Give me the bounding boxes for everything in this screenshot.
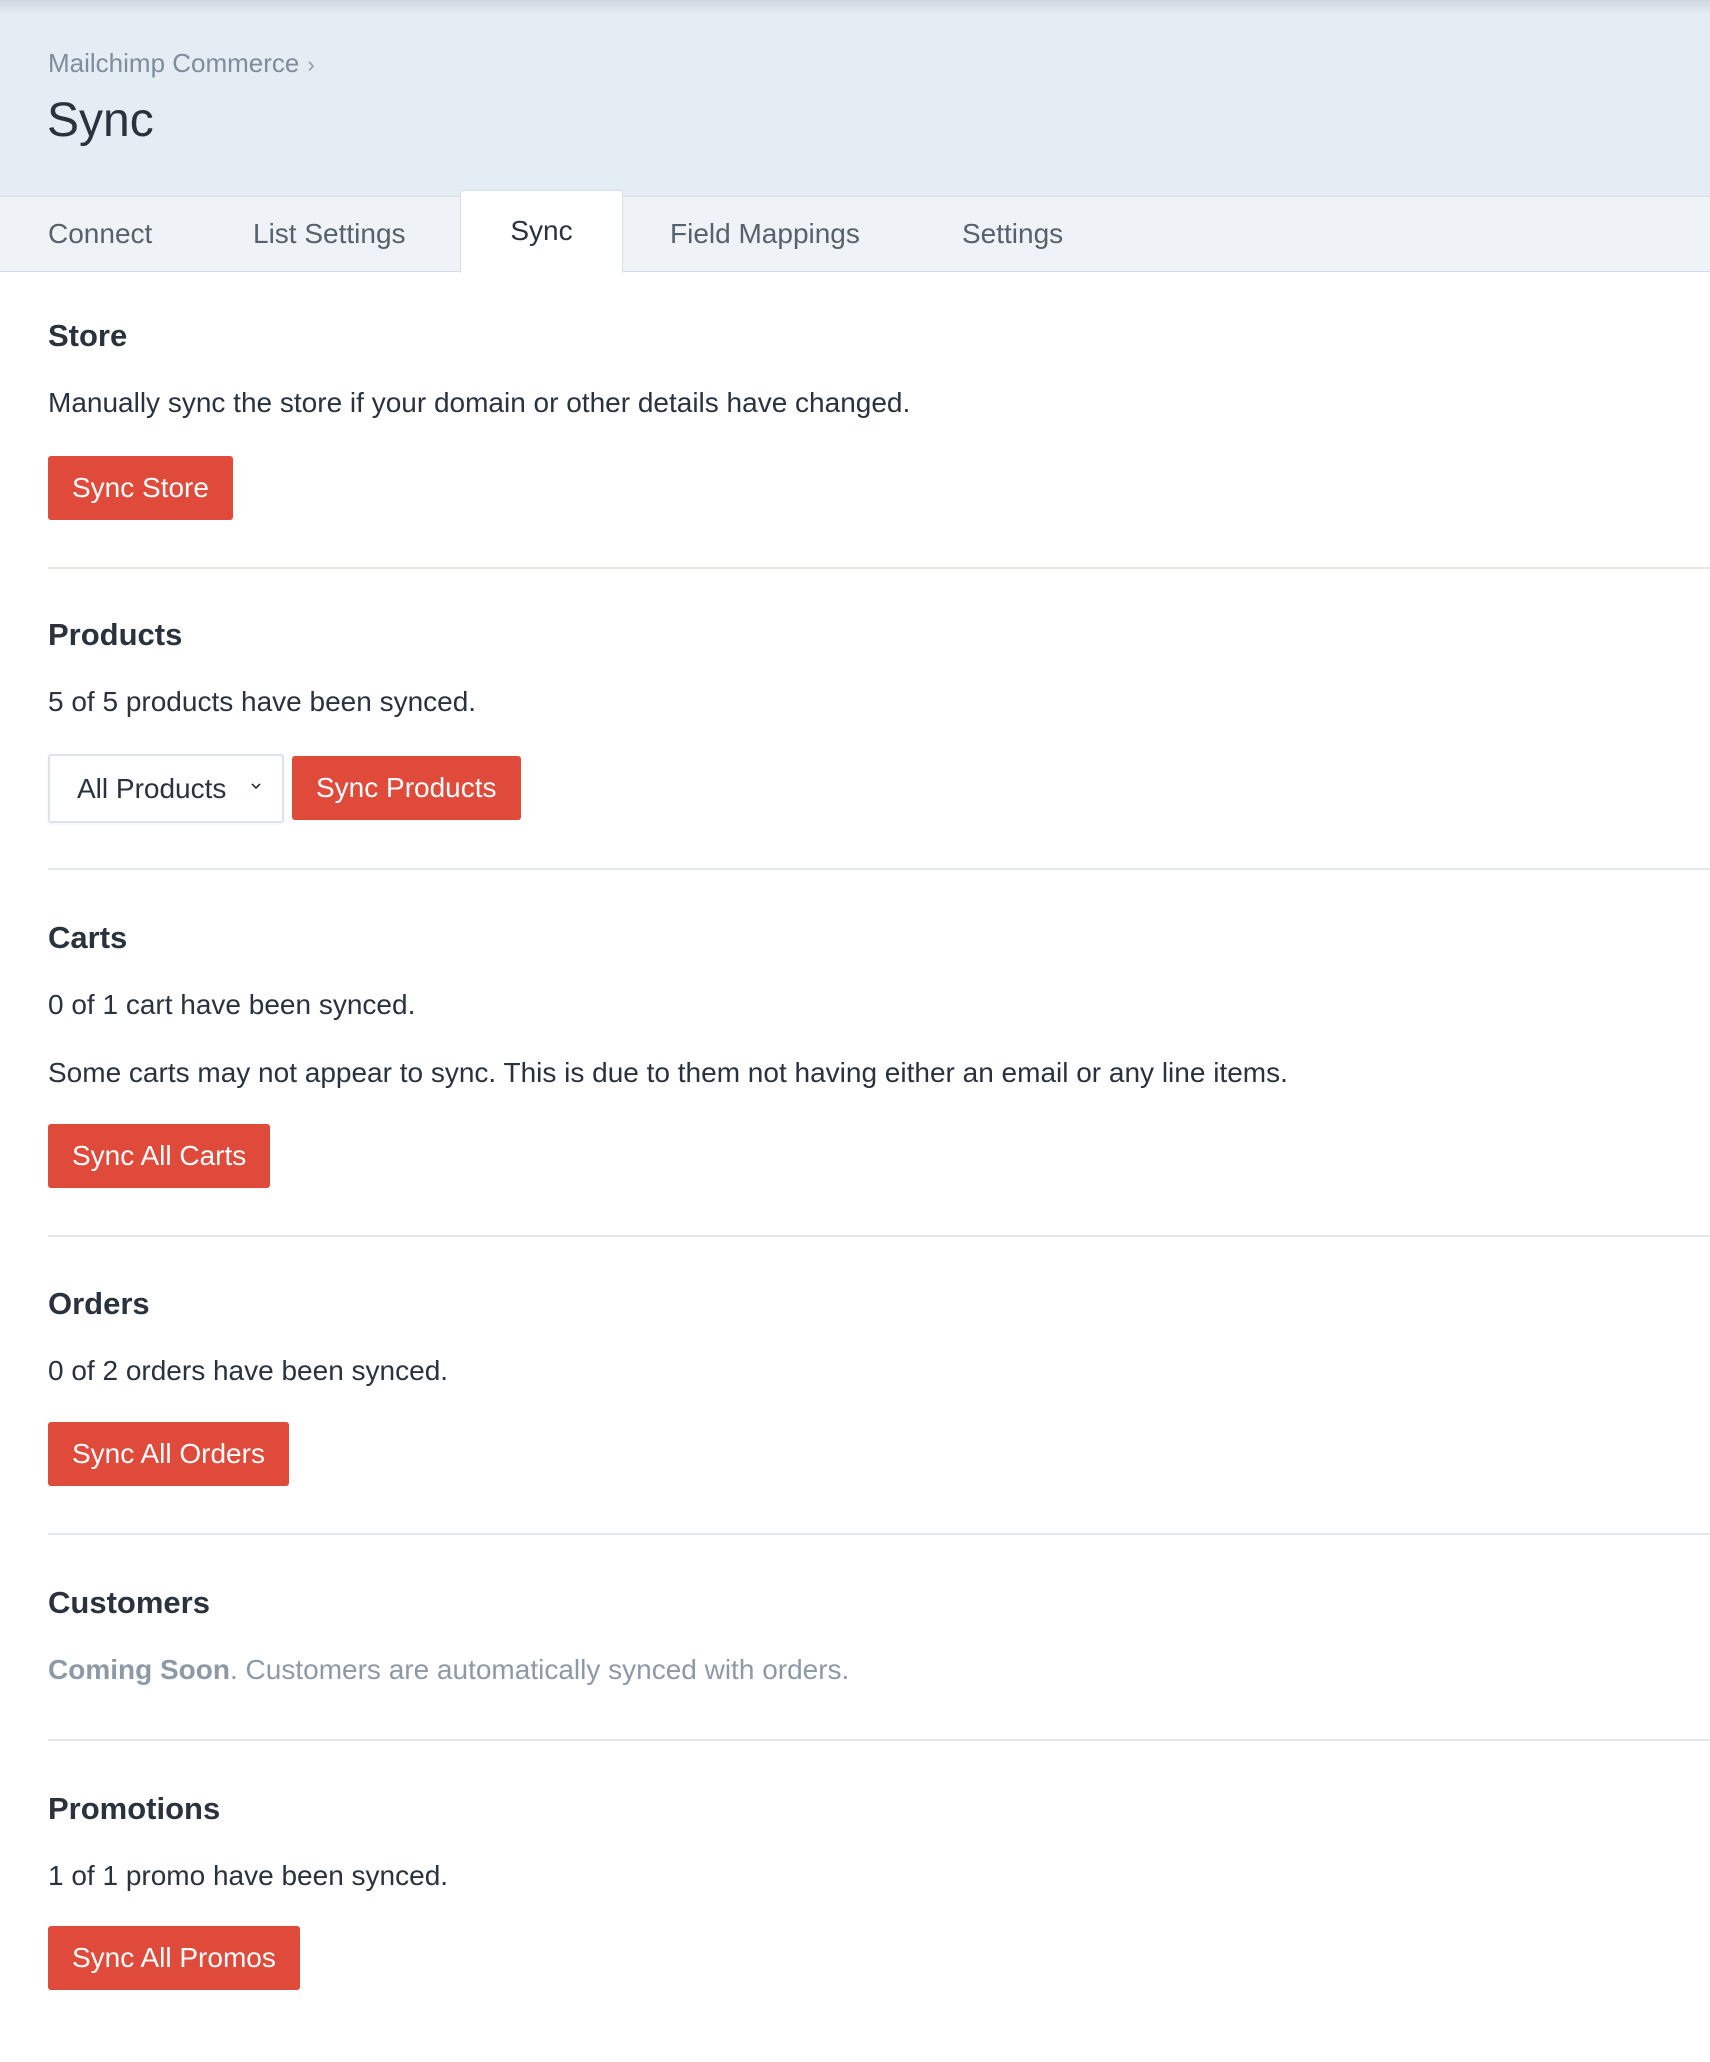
tab-connect[interactable]: Connect <box>48 197 152 272</box>
divider <box>48 1533 1710 1535</box>
carts-sync-note: Some carts may not appear to sync. This … <box>48 1057 1288 1088</box>
sync-store-button[interactable]: Sync Store <box>48 456 233 520</box>
products-filter-value: All Products <box>77 773 227 804</box>
products-sync-status: 5 of 5 products have been synced. <box>48 686 477 717</box>
divider <box>48 567 1710 569</box>
sync-all-carts-button[interactable]: Sync All Carts <box>48 1124 271 1188</box>
promotions-heading: Promotions <box>48 1791 221 1826</box>
coming-soon-label: Coming Soon <box>48 1654 230 1685</box>
customers-note-text: . Customers are automatically synced wit… <box>229 1654 850 1685</box>
promotions-sync-status: 1 of 1 promo have been synced. <box>48 1860 449 1891</box>
products-filter-select[interactable]: All Products <box>48 754 284 823</box>
store-heading: Store <box>48 318 128 353</box>
breadcrumb-link-mailchimp-commerce[interactable]: Mailchimp Commerce <box>48 48 299 78</box>
divider <box>48 868 1710 870</box>
divider <box>48 1235 1710 1237</box>
orders-sync-status: 0 of 2 orders have been synced. <box>48 1355 449 1386</box>
orders-heading: Orders <box>48 1286 150 1321</box>
tab-sync[interactable]: Sync <box>460 190 623 273</box>
page-title: Sync <box>47 94 154 147</box>
tab-settings[interactable]: Settings <box>962 197 1063 272</box>
divider <box>48 1739 1710 1741</box>
sync-all-orders-button[interactable]: Sync All Orders <box>48 1422 289 1486</box>
store-description: Manually sync the store if your domain o… <box>48 387 911 418</box>
tab-bar: Connect List Settings Sync Field Mapping… <box>0 190 1710 273</box>
customers-note: Coming Soon. Customers are automatically… <box>48 1653 849 1687</box>
sync-all-promos-button[interactable]: Sync All Promos <box>48 1926 300 1990</box>
customers-heading: Customers <box>48 1585 210 1620</box>
breadcrumb-chevron-icon: › <box>307 52 315 77</box>
tab-field-mappings[interactable]: Field Mappings <box>670 197 860 272</box>
page-header: Mailchimp Commerce › Sync <box>0 0 1710 197</box>
carts-sync-status: 0 of 1 cart have been synced. <box>48 989 416 1020</box>
carts-heading: Carts <box>48 920 128 955</box>
breadcrumb: Mailchimp Commerce › <box>48 48 315 80</box>
sync-products-button[interactable]: Sync Products <box>292 756 521 820</box>
chevron-down-icon <box>251 783 261 790</box>
products-heading: Products <box>48 617 183 652</box>
tab-list-settings[interactable]: List Settings <box>253 197 406 272</box>
